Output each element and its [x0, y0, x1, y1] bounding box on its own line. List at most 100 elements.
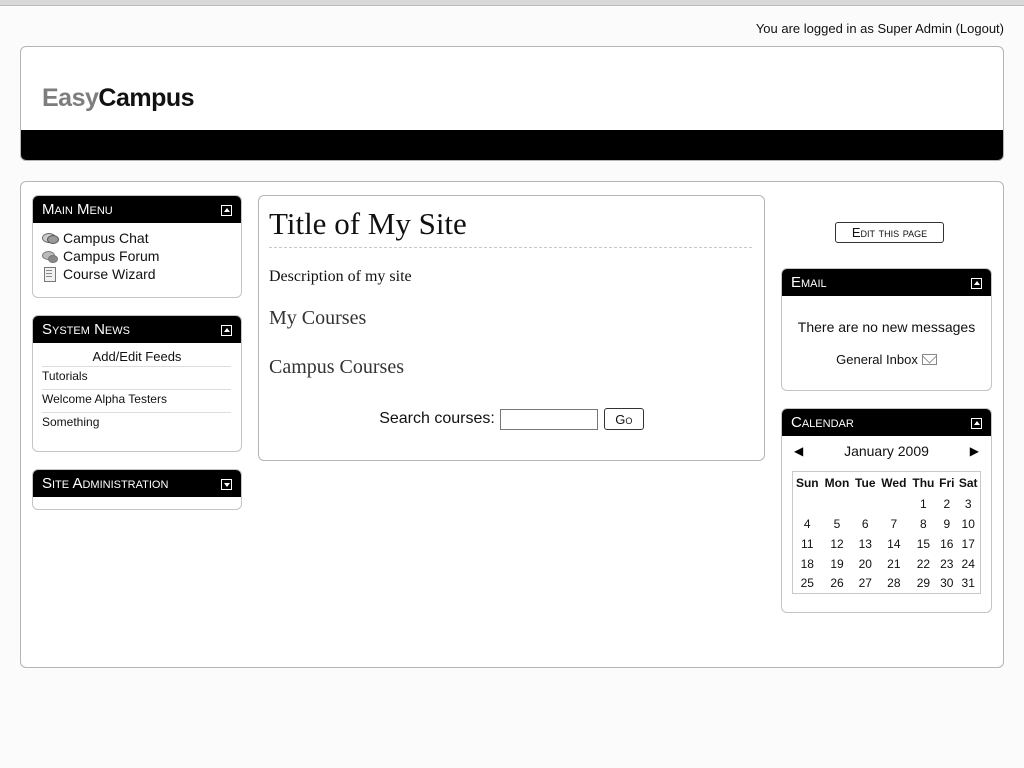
general-inbox-link[interactable]: General Inbox	[782, 352, 991, 367]
weekday-label: Mon	[824, 475, 850, 490]
email-header: Email	[782, 269, 991, 296]
calendar-day[interactable]: 15	[910, 534, 938, 554]
calendar-week: 11 12 13 14 15 16 17	[793, 534, 981, 554]
main-menu-item-label: Campus Chat	[63, 230, 149, 246]
news-item[interactable]: Tutorials	[42, 366, 231, 389]
collapse-icon[interactable]	[221, 325, 232, 336]
main-menu-list: Campus Chat Campus Forum Course Wizard	[33, 223, 241, 283]
main-menu-block: Main Menu Campus Chat Campus Forum Course …	[32, 195, 242, 298]
collapse-icon[interactable]	[971, 418, 982, 429]
calendar-day	[793, 494, 822, 514]
calendar-day[interactable]: 26	[822, 574, 853, 594]
calendar-day[interactable]: 23	[937, 554, 956, 574]
calendar-day[interactable]: 12	[822, 534, 853, 554]
content-box: Title of My Site Description of my site …	[258, 195, 765, 461]
email-block: Email There are no new messages General …	[781, 268, 992, 391]
collapse-icon[interactable]	[221, 205, 232, 216]
main-menu-item-label: Campus Forum	[63, 248, 160, 264]
header-nav-bar	[21, 130, 1003, 160]
calendar-day[interactable]: 18	[793, 554, 822, 574]
envelope-icon	[921, 354, 937, 365]
system-news-header: System News	[33, 316, 241, 343]
calendar-day[interactable]: 21	[878, 554, 910, 574]
site-admin-header: Site Administration	[33, 470, 241, 497]
news-list: Tutorials Welcome Alpha Testers Something	[33, 366, 241, 435]
search-input[interactable]	[499, 408, 598, 430]
calendar-weekdays: Sun Mon Tue Wed Thu Fri Sat	[793, 472, 981, 494]
weekday-label: Sat	[958, 475, 978, 490]
calendar-day[interactable]: 13	[852, 534, 878, 554]
calendar-day[interactable]: 6	[852, 514, 878, 534]
calendar-day[interactable]: 22	[910, 554, 938, 574]
email-title: Email	[791, 274, 827, 291]
logo-easy: Easy	[42, 84, 99, 112]
calendar-day[interactable]: 16	[937, 534, 956, 554]
prev-month-icon[interactable]: ◀	[794, 444, 803, 458]
main-menu-item[interactable]: Campus Forum	[42, 247, 241, 265]
main-menu-item[interactable]: Campus Chat	[42, 229, 241, 247]
calendar-week: 18 19 20 21 22 23 24	[793, 554, 981, 574]
login-prefix: You are logged in as	[755, 21, 874, 36]
calendar-day[interactable]: 7	[878, 514, 910, 534]
login-info: You are logged in as Super Admin (Logout…	[756, 21, 1004, 36]
calendar-day[interactable]: 28	[878, 574, 910, 594]
page-title: Title of My Site	[269, 206, 752, 248]
site-logo[interactable]: EasyCampus	[42, 84, 195, 113]
calendar-day[interactable]: 5	[822, 514, 853, 534]
weekday-label: Fri	[939, 475, 955, 490]
calendar-day[interactable]: 8	[910, 514, 938, 534]
calendar-nav: ◀ January 2009 ▶	[782, 442, 991, 460]
calendar-day[interactable]: 30	[937, 574, 956, 594]
news-item[interactable]: Welcome Alpha Testers	[42, 389, 231, 412]
calendar-day[interactable]: 20	[852, 554, 878, 574]
forum-icon	[42, 249, 58, 263]
calendar-title: Calendar	[791, 414, 854, 431]
wizard-icon	[42, 267, 58, 282]
news-item[interactable]: Something	[42, 412, 231, 435]
calendar-days: 1 2 3 4 5 6 7 8 9 10 11 12 13 14 15 16 17 18 19 20 21 22 23 24 2…	[793, 494, 981, 594]
calendar-day	[822, 494, 853, 514]
calendar-week: 123	[793, 494, 981, 514]
calendar-day[interactable]: 31	[956, 574, 980, 594]
calendar-day[interactable]: 24	[956, 554, 980, 574]
go-button[interactable]: Go	[603, 408, 644, 430]
system-news-block: System News Add/Edit Feeds Tutorials Welc…	[32, 315, 242, 452]
calendar-day[interactable]: 14	[878, 534, 910, 554]
calendar-day[interactable]: 17	[956, 534, 980, 554]
next-month-icon[interactable]: ▶	[970, 444, 979, 458]
calendar-day	[878, 494, 910, 514]
calendar-day[interactable]: 1	[910, 494, 938, 514]
no-messages-text: There are no new messages	[797, 319, 976, 335]
site-header: EasyCampus	[20, 46, 1004, 161]
weekday-label: Sun	[795, 475, 819, 490]
campus-courses-heading: Campus Courses	[269, 356, 404, 378]
user-link[interactable]: Super Admin	[878, 21, 952, 36]
weekday-label: Thu	[912, 475, 935, 490]
course-search-form: Search courses: Go	[259, 408, 764, 430]
calendar-day[interactable]: 25	[793, 574, 822, 594]
main-menu-title: Main Menu	[42, 201, 113, 218]
logout-link[interactable]: (Logout)	[956, 21, 1004, 36]
calendar-day[interactable]: 2	[937, 494, 956, 514]
calendar-day[interactable]: 3	[956, 494, 980, 514]
chat-icon	[42, 231, 59, 245]
calendar-day[interactable]: 11	[793, 534, 822, 554]
calendar-block: Calendar ◀ January 2009 ▶ Sun Mon Tue Wed Th…	[781, 408, 992, 613]
site-description: Description of my site	[269, 268, 412, 285]
calendar-day[interactable]: 27	[852, 574, 878, 594]
add-edit-feeds-link[interactable]: Add/Edit Feeds	[33, 349, 241, 364]
calendar-day	[852, 494, 878, 514]
calendar-month: January 2009	[844, 443, 929, 459]
site-admin-block: Site Administration	[32, 469, 242, 510]
collapse-icon[interactable]	[971, 278, 982, 289]
logo-campus: Campus	[98, 84, 195, 112]
expand-icon[interactable]	[221, 479, 232, 490]
calendar-day[interactable]: 4	[793, 514, 822, 534]
calendar-day[interactable]: 10	[956, 514, 980, 534]
main-menu-item[interactable]: Course Wizard	[42, 265, 241, 283]
edit-page-button[interactable]: Edit this page	[835, 222, 944, 243]
calendar-day[interactable]: 9	[937, 514, 956, 534]
calendar-day[interactable]: 19	[822, 554, 853, 574]
browser-top-strip	[0, 0, 1024, 6]
calendar-day[interactable]: 29	[910, 574, 938, 594]
